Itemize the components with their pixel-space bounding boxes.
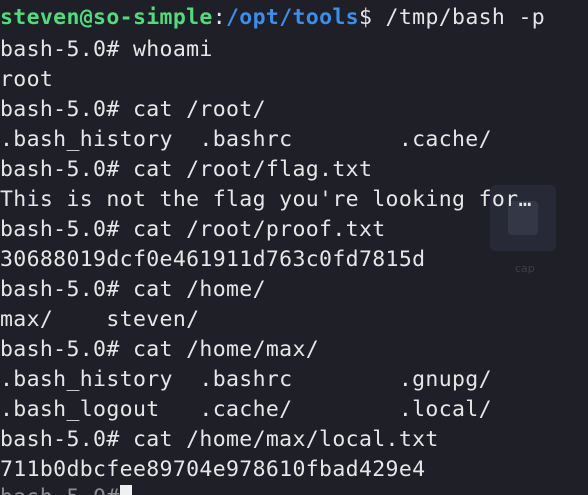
terminal-window[interactable]: cap steven@so-simple:/opt/tools$ /tmp/ba… (0, 0, 588, 495)
terminal-line: bash-5.0# cat /root/ (0, 97, 266, 122)
terminal-line: 711b0dbcfee89704e978610fbad429e4 (0, 457, 426, 482)
terminal-line: .bash_history .bashrc .gnupg/ (0, 367, 492, 392)
text-cursor (119, 485, 132, 495)
terminal-line: max/ steven/ (0, 307, 200, 332)
prompt-colon: : (212, 5, 227, 30)
prompt-path: /opt/tools (226, 5, 359, 30)
terminal-line: This is not the flag you're looking for… (0, 187, 532, 212)
prompt-command: $ /tmp/bash -p (358, 5, 546, 30)
terminal-line: .bash_logout .cache/ .local/ (0, 397, 492, 422)
terminal-line: bash-5.0# whoami (0, 37, 213, 62)
current-prompt-line[interactable]: bash-5.0# (0, 483, 132, 495)
terminal-line: bash-5.0# cat /home/ (0, 277, 266, 302)
terminal-line: bash-5.0# cat /root/proof.txt (0, 217, 386, 242)
terminal-line: bash-5.0# cat /root/flag.txt (0, 157, 373, 182)
terminal-line: bash-5.0# cat /home/max/local.txt (0, 427, 439, 452)
prompt-user-host: steven@so-simple (0, 5, 213, 30)
desktop-icon-label: cap (515, 262, 535, 275)
terminal-line: 30688019dcf0e461911d763c0fd7815d (0, 247, 426, 272)
terminal-line: .bash_history .bashrc .cache/ (0, 127, 492, 152)
terminal-line: bash-5.0# cat /home/max/ (0, 337, 320, 362)
current-prompt: bash-5.0# (0, 485, 120, 495)
shell-prompt-line: steven@so-simple:/opt/tools$ /tmp/bash -… (0, 3, 545, 33)
terminal-line: root (0, 67, 54, 92)
